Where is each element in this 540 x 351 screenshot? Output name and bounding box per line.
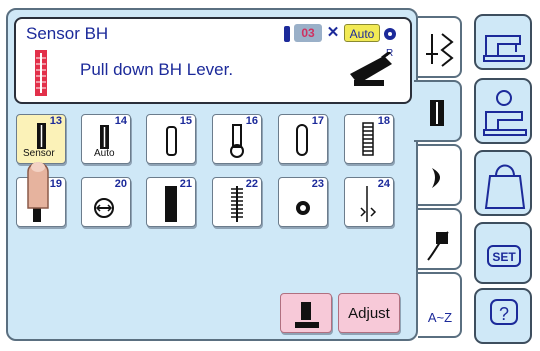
tab-buttonholes[interactable] xyxy=(414,80,462,142)
tab-alphabet[interactable]: A~Z xyxy=(418,272,462,338)
embroidery-mode-button[interactable] xyxy=(474,78,532,144)
stitch-tile-15[interactable]: 15 xyxy=(146,114,196,164)
presser-foot-icon xyxy=(295,302,319,328)
adjust-button[interactable]: Adjust xyxy=(338,293,400,333)
stitch-number: 22 xyxy=(245,178,258,190)
stitch-number: 20 xyxy=(114,178,127,190)
stitch-number: 16 xyxy=(245,115,258,127)
buttonhole-icon xyxy=(35,50,47,96)
stitch-tile-14[interactable]: 14 Auto xyxy=(81,114,131,164)
stitch-tile-20[interactable]: 20 xyxy=(81,177,131,227)
thread-icon xyxy=(284,26,290,42)
tab-quilting-stitches[interactable] xyxy=(418,208,462,270)
finger-pointer-icon xyxy=(27,162,49,209)
foot-pressure-icon xyxy=(384,28,396,40)
stitch-tile-22[interactable]: 22 xyxy=(212,177,262,227)
stitch-number: 17 xyxy=(311,115,324,127)
sewing-mode-button[interactable] xyxy=(474,14,532,70)
buttonhole-tab-icon xyxy=(430,100,444,126)
stitch-number: 14 xyxy=(114,115,127,127)
adjust-label: Adjust xyxy=(348,305,390,322)
stitch-tile-24[interactable]: 24 xyxy=(344,177,394,227)
bag-icon xyxy=(484,164,526,209)
stitch-number: 18 xyxy=(377,115,390,127)
panel-title: Sensor BH xyxy=(26,24,109,43)
tab-utility-stitches[interactable] xyxy=(418,16,462,78)
stitch-tile-23[interactable]: 23 xyxy=(278,177,328,227)
set-label: SET xyxy=(487,245,521,267)
stitch-tile-17[interactable]: 17 xyxy=(278,114,328,164)
sewing-machine-icon xyxy=(483,35,525,62)
presser-foot-button[interactable] xyxy=(280,293,332,333)
bag-mode-button[interactable] xyxy=(474,150,532,216)
stitch-tile-16[interactable]: 16 xyxy=(212,114,262,164)
tab-decorative-stitches[interactable] xyxy=(418,144,462,206)
stitch-number: 23 xyxy=(311,178,324,190)
alphabet-label: A~Z xyxy=(427,310,453,325)
stitch-number: 15 xyxy=(179,115,192,127)
presser-foot-icon xyxy=(350,52,392,86)
stitch-label: Auto xyxy=(94,148,115,159)
needle-stop-icon: ✕ xyxy=(326,24,340,41)
auto-badge: Auto xyxy=(344,24,380,42)
stitch-tile-18[interactable]: 18 xyxy=(344,114,394,164)
stitch-zigzag-icon xyxy=(426,33,454,67)
stitch-number: 21 xyxy=(179,178,192,190)
tension-indicator: 03 xyxy=(294,24,322,42)
embroidery-machine-icon xyxy=(483,90,527,136)
stitch-number: 24 xyxy=(377,178,390,190)
instruction-message: Pull down BH Lever. xyxy=(80,60,234,79)
stitch-tile-21[interactable]: 21 xyxy=(146,177,196,227)
help-label: ? xyxy=(490,299,518,325)
decorative-stitch-icon xyxy=(432,168,440,188)
quilt-stitch-icon xyxy=(427,231,449,261)
stitch-number: 13 xyxy=(49,115,62,127)
